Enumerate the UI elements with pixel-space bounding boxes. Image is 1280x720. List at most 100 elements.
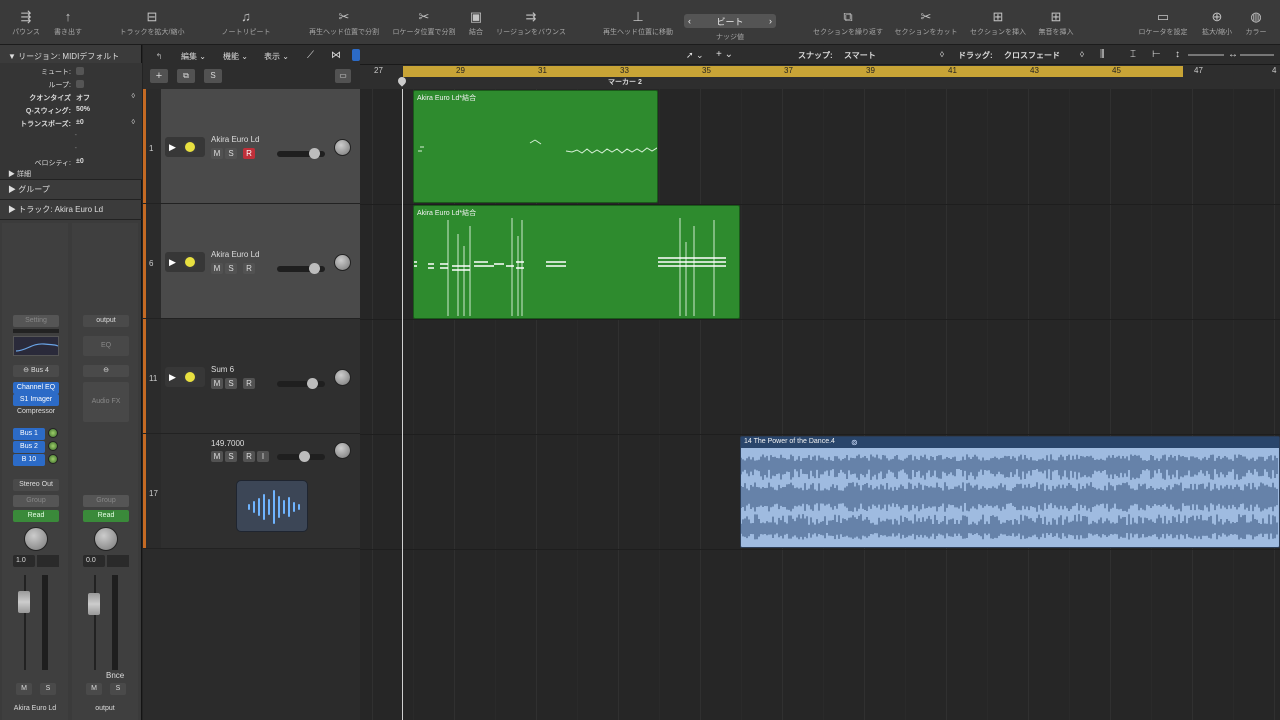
plugin-channel-eq[interactable]: Channel EQ — [13, 382, 59, 394]
transpose-stepper-icon[interactable]: ◊ — [132, 119, 135, 126]
zoom-track-button[interactable]: ⊟ トラックを拡大/縮小 — [120, 10, 185, 37]
group-slot[interactable]: Group — [13, 495, 59, 507]
bounce-region-button[interactable]: ⇉ リージョンをバウンス — [496, 10, 566, 37]
duplicate-track-button[interactable]: ⧉ — [177, 69, 195, 83]
drag-dropdown[interactable]: クロスフェード — [1004, 50, 1060, 61]
pointer-tool-icon[interactable]: ➚ ⌄ — [686, 50, 704, 61]
midi-region[interactable]: Akira Euro Ld*結合 — [413, 205, 740, 319]
global-solo-button[interactable]: S — [204, 69, 222, 83]
automation-curve-icon[interactable]: ⟋ — [307, 50, 314, 61]
quantize-stepper-icon[interactable]: ◊ — [132, 93, 135, 100]
bar-ruler[interactable]: 27 29 31 33 35 37 39 41 43 45 47 4 マーカー … — [360, 65, 1280, 89]
track-name[interactable]: Akira Euro Ld — [211, 135, 259, 144]
edit-menu[interactable]: 編集 ⌄ — [181, 51, 206, 62]
q-swing-value[interactable]: 50% — [76, 106, 90, 113]
export-button[interactable]: ↑ 書き出す — [54, 10, 82, 37]
output-mute-button[interactable]: M — [86, 683, 102, 695]
join-button[interactable]: ▣ 結合 — [469, 10, 483, 37]
track-mute-button[interactable]: M — [211, 148, 223, 159]
play-icon[interactable]: ▶ — [169, 142, 176, 153]
snap-stepper-icon[interactable]: ◊ — [940, 50, 944, 59]
track-record-button[interactable]: R — [243, 263, 255, 274]
output-setting-button[interactable]: output — [83, 315, 129, 327]
track-solo-button[interactable]: S — [225, 378, 237, 389]
snap-dropdown[interactable]: スマート — [844, 50, 876, 61]
strip-name[interactable]: Akira Euro Ld — [2, 705, 68, 712]
track-header[interactable]: ▶ Sum 6 M S R — [161, 319, 360, 433]
track-pan-knob[interactable] — [334, 139, 351, 156]
track-record-button[interactable]: R — [243, 378, 255, 389]
track-header[interactable]: ▶ Akira Euro Ld M S R — [161, 204, 360, 318]
region-inspector-header[interactable]: ▼ リージョン: MIDIデフォルト — [8, 51, 119, 62]
track-mute-button[interactable]: M — [211, 378, 223, 389]
bounce-button[interactable]: ⇶ パウンス — [12, 10, 40, 37]
track-disclosure[interactable]: ▶ トラック: Akira Euro Ld — [8, 204, 103, 215]
flex-icon[interactable]: ⋈ — [331, 50, 341, 61]
playhead-handle[interactable] — [396, 75, 408, 87]
track-name[interactable]: 149.7000 — [211, 439, 244, 448]
bus-4-slot[interactable]: ⊖ Bus 4 — [13, 365, 59, 377]
track-pan-knob[interactable] — [334, 254, 351, 271]
track-mute-button[interactable]: M — [211, 263, 223, 274]
view-menu[interactable]: 表示 ⌄ — [264, 51, 289, 62]
drag-stepper-icon[interactable]: ◊ — [1080, 50, 1084, 59]
details-disclosure[interactable]: ▶ 詳細 — [8, 169, 31, 179]
transpose-value[interactable]: ±0 — [76, 119, 84, 126]
horizontal-zoom-icon[interactable]: ↔ — [1228, 49, 1238, 60]
mute-checkbox[interactable] — [76, 67, 84, 75]
solo-button[interactable]: S — [40, 683, 56, 695]
insert-silence-button[interactable]: ⊞ 無音を挿入 — [1039, 10, 1074, 37]
eq-display[interactable] — [13, 336, 59, 356]
setting-button[interactable]: Setting — [13, 315, 59, 327]
play-icon[interactable]: ▶ — [169, 372, 176, 383]
vertical-zoom-icon[interactable]: ↕ — [1175, 49, 1180, 60]
set-locators-button[interactable]: ▭ ロケータを設定 — [1139, 10, 1188, 37]
track-header[interactable]: ▶ Akira Euro Ld M S R — [161, 89, 360, 203]
output-group-slot[interactable]: Group — [83, 495, 129, 507]
track-volume-handle[interactable] — [307, 378, 318, 389]
vertical-fit-icon[interactable]: ⌶ — [1130, 49, 1136, 60]
add-track-button[interactable]: + — [150, 69, 168, 83]
loop-checkbox[interactable] — [76, 80, 84, 88]
split-playhead-button[interactable]: ✂ 再生ヘッド位置で分割 — [309, 10, 379, 37]
output-pan-knob[interactable] — [94, 527, 118, 551]
audio-fx-slot[interactable]: Audio FX — [83, 382, 129, 422]
eq-slot[interactable]: EQ — [83, 336, 129, 356]
group-disclosure[interactable]: ▶ グループ — [8, 184, 50, 195]
send-b-10[interactable]: B 10 — [13, 454, 45, 466]
tracks-area[interactable]: Akira Euro Ld*結合 Akira Euro Ld*結合 14 The… — [360, 89, 1280, 720]
track-solo-button[interactable]: S — [225, 263, 237, 274]
send-2-knob[interactable] — [48, 441, 58, 451]
track-volume-handle[interactable] — [299, 451, 310, 462]
velocity-value[interactable]: ±0 — [76, 158, 84, 165]
send-bus-2[interactable]: Bus 2 — [13, 441, 45, 453]
output-automation-read[interactable]: Read — [83, 510, 129, 522]
track-mute-button[interactable]: M — [211, 451, 223, 462]
move-playhead-button[interactable]: ⊥ 再生ヘッド位置に移動 — [603, 10, 673, 37]
automation-read[interactable]: Read — [13, 510, 59, 522]
track-record-button[interactable]: R — [243, 451, 255, 462]
link-slot[interactable]: ⊖ — [83, 365, 129, 377]
back-icon[interactable]: ↰ — [153, 51, 165, 63]
nudge-next-icon[interactable]: › — [769, 16, 772, 26]
horizontal-zoom-slider[interactable] — [1240, 54, 1274, 56]
zoom-button[interactable]: ⊕ 拡大/縮小 — [1202, 10, 1232, 37]
track-name[interactable]: Sum 6 — [211, 365, 234, 374]
track-volume-handle[interactable] — [309, 148, 320, 159]
vertical-zoom-slider[interactable] — [1188, 54, 1224, 56]
audio-region[interactable]: 14 The Power of the Dance.4 ⊚ — [740, 436, 1280, 548]
playhead-line[interactable] — [402, 89, 403, 720]
send-bus-1[interactable]: Bus 1 — [13, 428, 45, 440]
track-record-button[interactable]: R — [243, 148, 255, 159]
track-row[interactable]: 6 ▶ Akira Euro Ld M S R — [143, 204, 360, 319]
output-solo-button[interactable]: S — [110, 683, 126, 695]
nudge-prev-icon[interactable]: ‹ — [688, 16, 691, 26]
output-stereo-out[interactable]: Stereo Out — [13, 479, 59, 491]
output-volume-fader[interactable] — [88, 593, 100, 615]
track-solo-button[interactable]: S — [225, 451, 237, 462]
cut-section-button[interactable]: ✂ セクションをカット — [895, 10, 958, 37]
plugin-compressor[interactable]: Compressor — [13, 406, 59, 418]
track-pan-knob[interactable] — [334, 369, 351, 386]
insert-section-button[interactable]: ⊞ セクションを挿入 — [970, 10, 1026, 37]
track-pan-knob[interactable] — [334, 442, 351, 459]
